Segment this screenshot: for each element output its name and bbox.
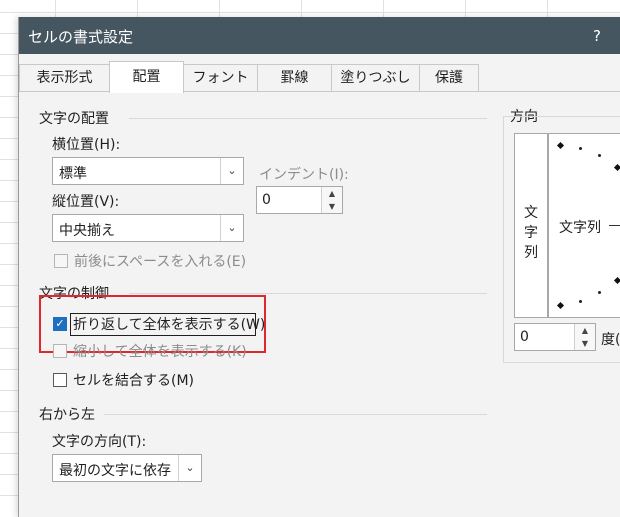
tab-font[interactable]: フォント [183, 64, 258, 92]
dial-marker [613, 276, 620, 285]
merge-cells-label[interactable]: セルを結合する(M) [73, 370, 194, 390]
format-cells-dialog: セルの書式設定 ? 表示形式 配置 フォント 罫線 塗りつぶし 保護 文字の配置… [18, 17, 620, 517]
horizontal-select[interactable]: 標準 ⌄ [52, 157, 244, 185]
vertical-text-char-2: 字 [524, 225, 538, 241]
dial-tick [579, 147, 582, 150]
merge-cells-checkbox[interactable] [53, 373, 67, 387]
dial-tick [598, 154, 601, 157]
chevron-down-icon: ⌄ [220, 215, 243, 241]
indent-spinner[interactable]: 0 ▲ ▼ [256, 186, 343, 214]
dial-marker [613, 163, 620, 172]
dialog-titlebar: セルの書式設定 ? [19, 17, 620, 54]
shrink-to-fit-label: 縮小して全体を表示する(K) [73, 344, 247, 360]
text-direction-label: 文字の方向(T): [52, 434, 147, 450]
horizontal-label: 横位置(H): [52, 137, 121, 153]
tab-number[interactable]: 表示形式 [19, 64, 110, 92]
justify-distributed-checkbox[interactable] [54, 254, 68, 268]
vertical-text-orientation[interactable]: 文 字 列 [514, 133, 548, 318]
text-direction-value: 最初の文字に依存 [59, 463, 171, 479]
dial-bottom-marker [556, 301, 565, 310]
vertical-select-value: 中央揃え [59, 223, 115, 239]
vertical-select[interactable]: 中央揃え ⌄ [52, 214, 244, 242]
dial-needle [609, 225, 620, 226]
spin-up-icon[interactable]: ▲ [574, 324, 595, 338]
tab-border[interactable]: 罫線 [257, 64, 332, 92]
dial-top-marker [556, 141, 565, 150]
alignment-group-rule [129, 118, 487, 119]
tab-protection[interactable]: 保護 [419, 64, 479, 92]
rtl-group-title: 右から左 [39, 407, 95, 423]
tab-fill[interactable]: 塗りつぶし [331, 64, 420, 92]
rtl-group-rule [104, 414, 487, 415]
degrees-spinner[interactable]: 0 ▲ ▼ [514, 323, 596, 351]
spin-down-icon[interactable]: ▼ [574, 337, 595, 350]
alignment-group-title: 文字の配置 [39, 111, 109, 127]
vertical-label: 縦位置(V): [52, 194, 120, 210]
text-control-group-rule [129, 293, 487, 294]
tab-strip: 表示形式 配置 フォント 罫線 塗りつぶし 保護 [19, 61, 620, 93]
dial-horizontal-text: 文字列 [559, 220, 601, 236]
degrees-value: 0 [520, 329, 529, 345]
dial-tick [598, 291, 601, 294]
dialog-title: セルの書式設定 [28, 28, 134, 46]
vertical-text-char-3: 列 [524, 245, 538, 261]
spin-down-icon[interactable]: ▼ [321, 200, 342, 213]
tab-alignment[interactable]: 配置 [109, 61, 184, 93]
vertical-text-char-1: 文 [524, 205, 538, 221]
orientation-dial[interactable]: 文字列 [548, 133, 620, 318]
indent-value: 0 [262, 192, 271, 208]
chevron-down-icon: ⌄ [178, 455, 201, 481]
shrink-to-fit-checkbox[interactable] [53, 344, 67, 358]
chevron-down-icon: ⌄ [220, 158, 243, 184]
horizontal-select-value: 標準 [59, 166, 87, 182]
spin-up-icon[interactable]: ▲ [321, 187, 342, 201]
text-direction-select[interactable]: 最初の文字に依存 ⌄ [52, 454, 202, 482]
indent-label: インデント(I): [259, 167, 349, 183]
justify-distributed-label: 前後にスペースを入れる(E) [74, 254, 247, 270]
dial-tick [579, 300, 582, 303]
help-button[interactable]: ? [586, 25, 608, 47]
degrees-label: 度(D) [601, 332, 620, 348]
